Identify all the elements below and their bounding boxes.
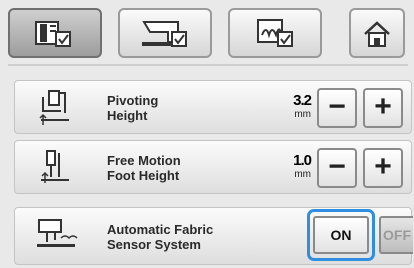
label-line-2: Foot Height	[107, 168, 180, 183]
fabric-sensor-icon	[37, 219, 78, 247]
book-settings-icon	[35, 21, 71, 47]
decrease-button[interactable]: −	[317, 88, 357, 128]
label-line-1: Automatic Fabric	[107, 222, 214, 237]
value-unit: mm	[294, 169, 311, 180]
setting-row-automatic-fabric-sensor: Automatic Fabric Sensor System ON OFF	[14, 207, 413, 265]
increase-button[interactable]: +	[363, 88, 403, 128]
home-button[interactable]	[349, 8, 405, 58]
sewing-machine-settings-icon	[142, 21, 187, 47]
divider	[8, 64, 408, 66]
off-button[interactable]: OFF	[379, 216, 413, 254]
setting-row-pivoting-height: Pivoting Height 3.2 mm − +	[14, 80, 412, 134]
setting-label: Free Motion Foot Height	[107, 153, 181, 183]
tab-sewing-settings[interactable]	[118, 8, 212, 58]
setting-label: Pivoting Height	[107, 93, 158, 123]
tab-machine-settings[interactable]	[8, 8, 102, 58]
value-unit: mm	[294, 109, 311, 120]
tab-embroidery-settings[interactable]	[228, 8, 322, 58]
increase-button[interactable]: +	[363, 148, 403, 188]
label-line-1: Pivoting	[107, 93, 159, 108]
value-display: 3.2 mm	[269, 92, 312, 121]
setting-label: Automatic Fabric Sensor System	[107, 222, 213, 252]
value-display: 1.0 mm	[269, 152, 312, 181]
embroidery-frame-settings-icon	[257, 19, 293, 47]
on-button[interactable]: ON	[313, 216, 369, 254]
label-line-1: Free Motion	[107, 153, 181, 168]
value-number: 1.0	[293, 152, 312, 169]
pivot-height-icon	[39, 90, 69, 125]
free-motion-foot-icon	[41, 150, 69, 183]
label-line-2: Height	[107, 108, 148, 123]
setting-row-free-motion-foot-height: Free Motion Foot Height 1.0 mm − +	[14, 140, 412, 194]
label-line-2: Sensor System	[107, 237, 201, 252]
settings-tabbar	[0, 0, 414, 64]
home-icon	[364, 21, 390, 47]
value-number: 3.2	[293, 92, 312, 109]
decrease-button[interactable]: −	[317, 148, 357, 188]
